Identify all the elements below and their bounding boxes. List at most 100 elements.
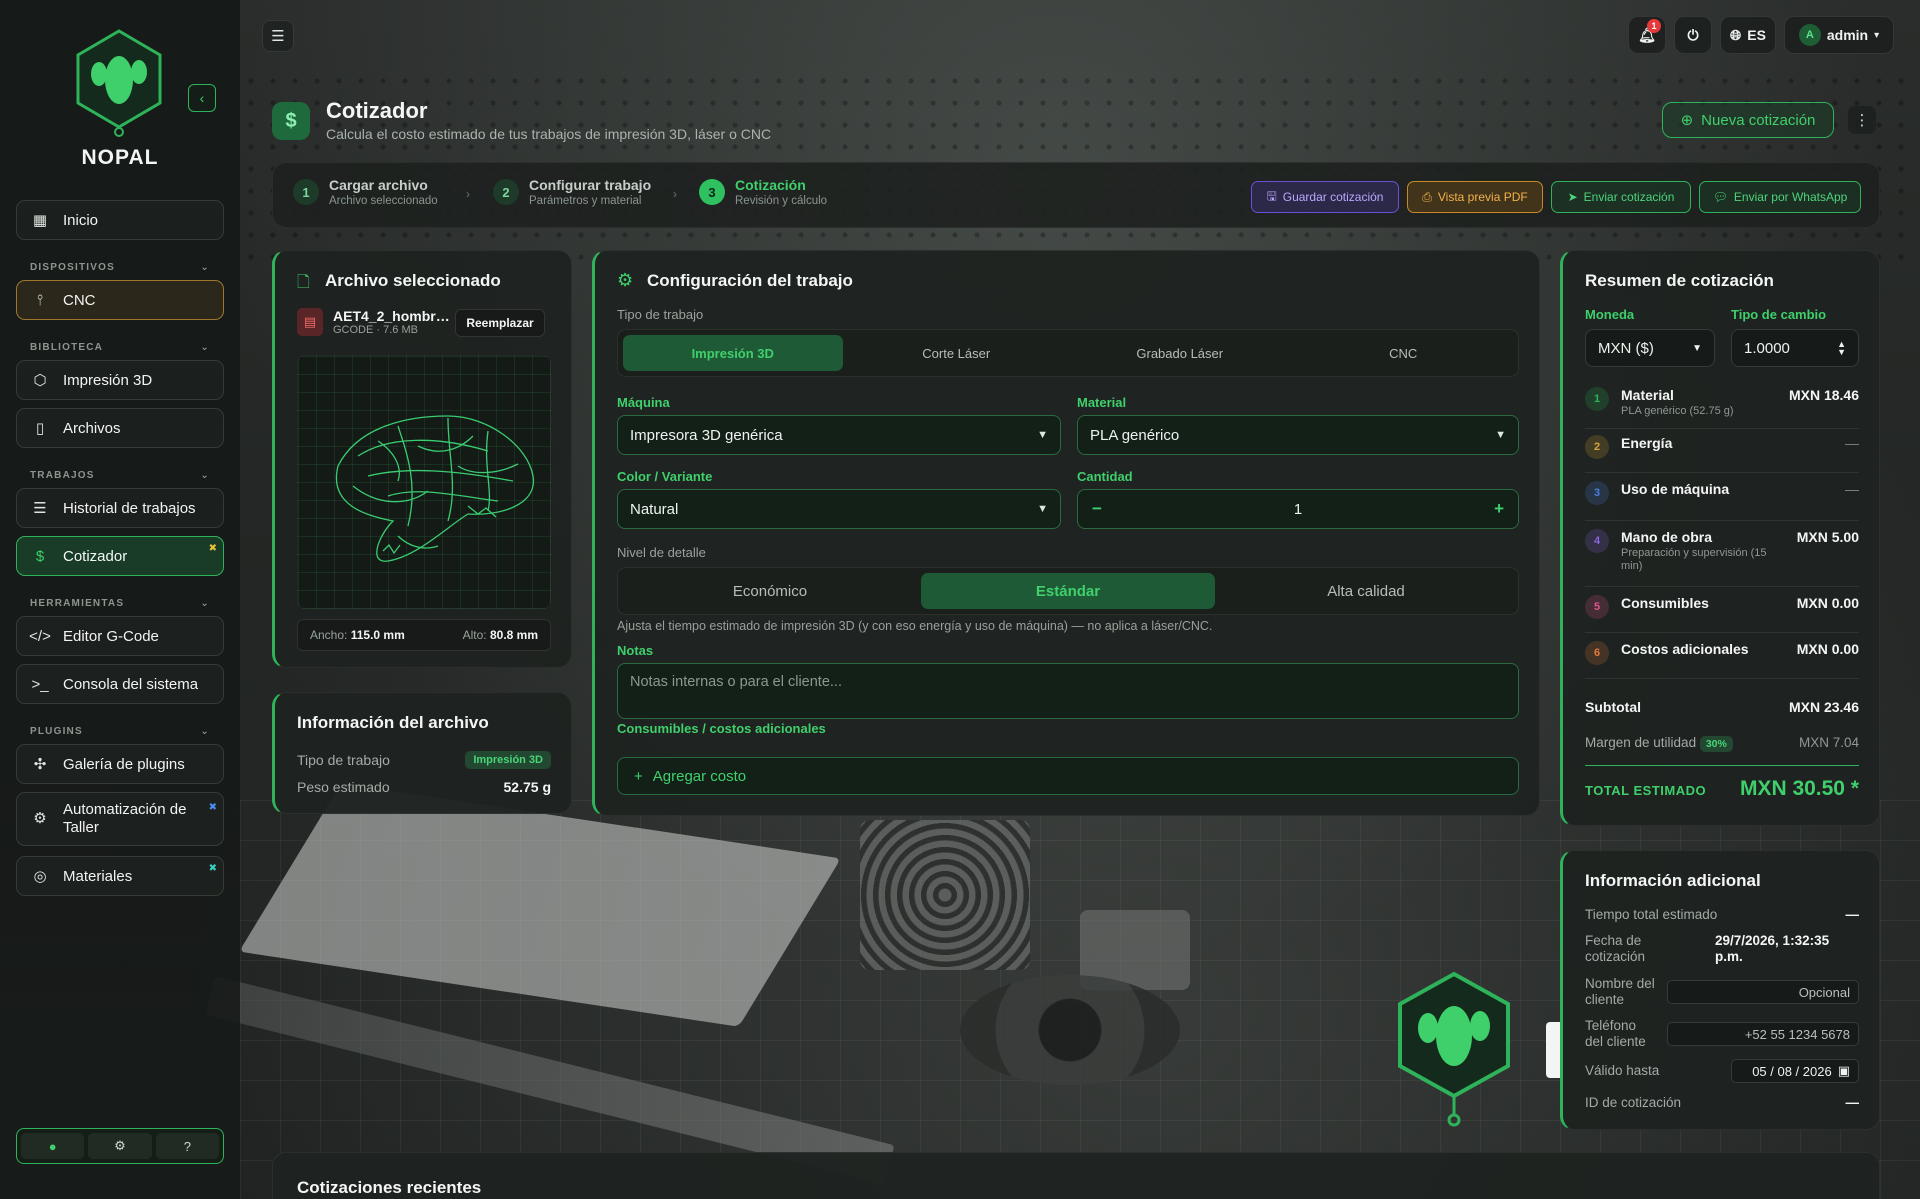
sidebar-item-impresion-3d[interactable]: ⬡ Impresión 3D (16, 360, 224, 400)
gcode-preview[interactable] (297, 355, 551, 609)
margin-value: MXN 7.04 (1798, 735, 1859, 750)
printer-icon: ⎙ (1422, 189, 1432, 204)
sidebar-item-historial[interactable]: ☰ Historial de trabajos (16, 488, 224, 528)
brand-name: NOPAL (81, 146, 159, 169)
step-subtitle: Parámetros y material (529, 195, 642, 207)
sidebar-item-automatizacion[interactable]: ⚙ Automatización de Taller ✖ (16, 792, 224, 846)
valid-until-input[interactable]: 05 / 08 / 2026 ▣ (1731, 1059, 1859, 1083)
section-plugins[interactable]: PLUGINS ⌄ (30, 726, 210, 737)
increment-button[interactable]: + (1494, 499, 1504, 519)
more-options-button[interactable]: ⋮ (1848, 106, 1876, 134)
help-icon[interactable]: ? (155, 1133, 219, 1159)
sidebar-item-editor-gcode[interactable]: </> Editor G-Code (16, 616, 224, 656)
client-phone-input[interactable]: +52 55 1234 5678 (1667, 1022, 1859, 1046)
detail-estandar[interactable]: Estándar (921, 573, 1215, 609)
tab-corte-laser[interactable]: Corte Láser (847, 335, 1067, 371)
section-label: PLUGINS (30, 726, 83, 737)
replace-file-button[interactable]: Reemplazar (455, 309, 545, 337)
material-select[interactable]: PLA genérico ▼ (1077, 415, 1519, 455)
whatsapp-button[interactable]: 💬︎ Enviar por WhatsApp (1699, 181, 1861, 213)
language-button[interactable]: 🌐︎ ES (1720, 16, 1776, 54)
side-drawer-handle[interactable] (1546, 1022, 1560, 1078)
more-vertical-icon: ⋮ (1854, 112, 1870, 129)
cost-value: — (1845, 481, 1859, 497)
section-trabajos[interactable]: TRABAJOS ⌄ (30, 470, 210, 481)
add-cost-button[interactable]: + Agregar costo (617, 757, 1519, 795)
pdf-preview-button[interactable]: ⎙ Vista previa PDF (1407, 181, 1543, 213)
quantity-stepper: − 1 + (1077, 489, 1519, 529)
sidebar-item-archivos[interactable]: ▯ Archivos (16, 408, 224, 448)
sidebar-item-inicio[interactable]: ▦ Inicio (16, 200, 224, 240)
notes-input[interactable]: Notas internas o para el cliente... (617, 663, 1519, 719)
file-name: AET4_2_hombre_cucharas.gcode (333, 308, 451, 324)
detail-alta-calidad[interactable]: Alta calidad (1219, 573, 1513, 609)
spinner-icon: ▲ ▼ (1837, 339, 1846, 357)
exchange-rate-input[interactable]: 1.0000 ▲ ▼ (1731, 329, 1859, 367)
step-cotizacion[interactable]: 3 Cotización Revisión y cálculo (699, 177, 827, 207)
section-label: TRABAJOS (30, 470, 95, 481)
client-name-input[interactable]: Opcional (1667, 980, 1859, 1004)
hamburger-menu-button[interactable]: ☰ (262, 20, 294, 52)
sidebar-item-consola[interactable]: >_ Consola del sistema (16, 664, 224, 704)
quantity-value[interactable]: 1 (1294, 501, 1302, 518)
detail-level-label: Nivel de detalle (617, 545, 706, 560)
color-label: Color / Variante (617, 469, 713, 484)
chevron-down-icon: ⌄ (200, 726, 210, 737)
chevron-down-icon: ▾ (1874, 29, 1880, 41)
pdf-preview-label: Vista previa PDF (1437, 190, 1528, 204)
margin-percent-badge[interactable]: 30% (1699, 736, 1733, 752)
file-meta: GCODE · 7.6 MB (333, 324, 418, 336)
file-icon: ▯ (35, 420, 45, 437)
currency-select[interactable]: MXN ($) ▼ (1585, 329, 1715, 367)
tab-grabado-laser[interactable]: Grabado Láser (1070, 335, 1290, 371)
chevron-down-icon: ▼ (1037, 429, 1048, 441)
height-readout: Alto: 80.8 mm (463, 628, 538, 642)
date-label: Fecha de cotización (1585, 933, 1646, 964)
step-cargar-archivo[interactable]: 1 Cargar archivo Archivo seleccionado (293, 177, 438, 207)
step-number: 1 (293, 179, 319, 205)
section-dispositivos[interactable]: DISPOSITIVOS ⌄ (30, 262, 210, 273)
height-value: 80.8 mm (489, 628, 538, 642)
step-title: Cargar archivo (329, 177, 428, 193)
section-herramientas[interactable]: HERRAMIENTAS ⌄ (30, 598, 210, 609)
detail-economico[interactable]: Económico (623, 573, 917, 609)
card-title: Información adicional (1585, 871, 1761, 890)
sidebar-item-galeria[interactable]: ✣ Galería de plugins (16, 744, 224, 784)
tab-impresion-3d[interactable]: Impresión 3D (623, 335, 843, 371)
new-quote-button[interactable]: ⊕ Nueva cotización (1662, 102, 1834, 138)
section-biblioteca[interactable]: BIBLIOTECA ⌄ (30, 342, 210, 353)
step-configurar-trabajo[interactable]: 2 Configurar trabajo Parámetros y materi… (493, 177, 651, 207)
collapse-sidebar-button[interactable]: ‹ (188, 84, 216, 112)
cost-detail: Preparación y supervisión (15 min) (1621, 547, 1767, 572)
sidebar-item-cnc[interactable]: ⫯ CNC (16, 280, 224, 320)
sidebar-item-materiales[interactable]: ◎ Materiales ✖ (16, 856, 224, 896)
cost-step-number: 2 (1585, 435, 1609, 459)
sidebar-item-cotizador[interactable]: $ Cotizador ✖ (16, 536, 224, 576)
user-menu-button[interactable]: A admin ▾ (1784, 16, 1894, 54)
currency-label: Moneda (1585, 307, 1635, 322)
page-title: Cotizador (326, 98, 428, 123)
notifications-button[interactable]: 🔔︎ 1 (1628, 16, 1666, 54)
machine-select[interactable]: Impresora 3D genérica ▼ (617, 415, 1061, 455)
width-value: 115.0 mm (350, 628, 405, 642)
save-quote-button[interactable]: 🖫︎ Guardar cotización (1251, 181, 1399, 213)
card-title: Cotizaciones recientes (297, 1178, 482, 1197)
step-title: Cotización (735, 177, 806, 193)
cost-step-number: 4 (1585, 529, 1609, 553)
valid-until-value: 05 / 08 / 2026 (1752, 1063, 1832, 1079)
client-name-label: Nombre del cliente (1585, 976, 1655, 1007)
settings-gear-icon[interactable]: ⚙ (88, 1133, 152, 1159)
language-label: ES (1747, 27, 1766, 43)
subtotal-row: Subtotal MXN 23.46 (1585, 699, 1859, 715)
color-select[interactable]: Natural ▼ (617, 489, 1061, 529)
notes-label: Notas (617, 643, 654, 658)
power-button[interactable]: ⏻ (1674, 16, 1712, 54)
tab-cnc[interactable]: CNC (1294, 335, 1514, 371)
weight-label: Peso estimado (297, 779, 390, 795)
cost-step-number: 1 (1585, 387, 1609, 411)
status-icon[interactable]: ● (21, 1133, 85, 1159)
decrement-button[interactable]: − (1092, 499, 1102, 519)
valid-until-label: Válido hasta (1585, 1063, 1660, 1078)
send-quote-button[interactable]: ➤ Enviar cotización (1551, 181, 1691, 213)
total-label: TOTAL ESTIMADO (1585, 783, 1707, 798)
